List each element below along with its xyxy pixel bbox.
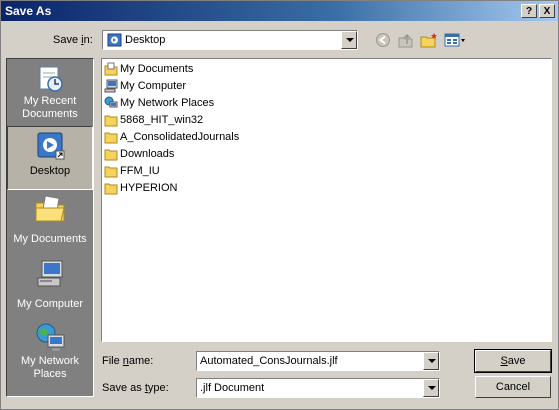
back-icon[interactable] [374,32,392,48]
save-in-value: Desktop [125,34,166,46]
file-name-value: Automated_ConsJournals.jlf [200,355,338,367]
cancel-button[interactable]: Cancel [475,376,551,398]
save-as-dialog: Save As ? X Save in: Desktop My Recent D… [0,0,559,410]
file-name: A_ConsolidatedJournals [120,131,240,143]
folder-icon [104,132,118,144]
title-bar: Save As ? X [1,1,558,21]
network-places-icon [104,96,118,108]
chevron-down-icon[interactable] [423,352,439,370]
chevron-down-icon[interactable] [423,379,439,397]
save-button[interactable]: Save [474,349,552,373]
file-name: FFM_IU [120,165,160,177]
file-name: My Network Places [120,97,215,109]
save-as-type-value: .jlf Document [200,382,265,394]
desktop-icon [107,33,122,47]
chevron-down-icon[interactable] [341,31,357,49]
window-title: Save As [5,4,52,18]
save-in-dropdown[interactable]: Desktop [102,30,358,50]
file-name: HYPERION [120,182,178,194]
folder-icon [104,149,118,161]
folder-icon [104,183,118,195]
my-documents-icon [104,62,118,76]
my-computer-icon [37,260,63,287]
recent-documents-icon [39,66,63,92]
file-list[interactable]: My Documents My Computer My Network Plac… [101,58,552,342]
place-label: Desktop [29,165,71,177]
folder-icon [104,166,118,178]
file-name: My Computer [120,80,187,92]
my-documents-icon [35,195,65,222]
save-as-type-select[interactable]: .jlf Document [196,378,440,398]
file-name: Downloads [120,148,175,160]
place-desktop[interactable]: Desktop [7,126,93,190]
place-label: My Documents [13,233,87,245]
place-label: My Computer [16,298,84,310]
place-my-network-places[interactable]: My Network Places [7,321,93,385]
places-bar: My Recent Documents Desktop My Documents [6,58,94,397]
place-my-computer[interactable]: My Computer [7,256,93,320]
help-button[interactable]: ? [521,4,537,18]
file-name: 5868_HIT_win32 [120,114,204,126]
file-name: My Documents [120,63,194,75]
new-folder-icon[interactable] [420,32,438,48]
place-label: My Recent Documents [22,95,78,120]
file-name-field[interactable]: Automated_ConsJournals.jlf [196,351,440,371]
folder-icon [104,115,118,127]
my-computer-icon [104,79,118,93]
save-in-label: Save in: [53,34,93,46]
file-name-label: File name: [102,355,154,367]
place-my-recent-documents[interactable]: My Recent Documents [7,61,93,125]
save-as-type-label: Save as type: [102,382,169,394]
desktop-icon [37,132,65,160]
place-my-documents[interactable]: My Documents [7,191,93,255]
place-label: My Network Places [20,355,80,380]
views-menu-icon[interactable] [444,32,466,48]
network-places-icon [36,323,65,351]
up-folder-icon[interactable] [397,32,415,48]
close-button[interactable]: X [539,4,555,18]
